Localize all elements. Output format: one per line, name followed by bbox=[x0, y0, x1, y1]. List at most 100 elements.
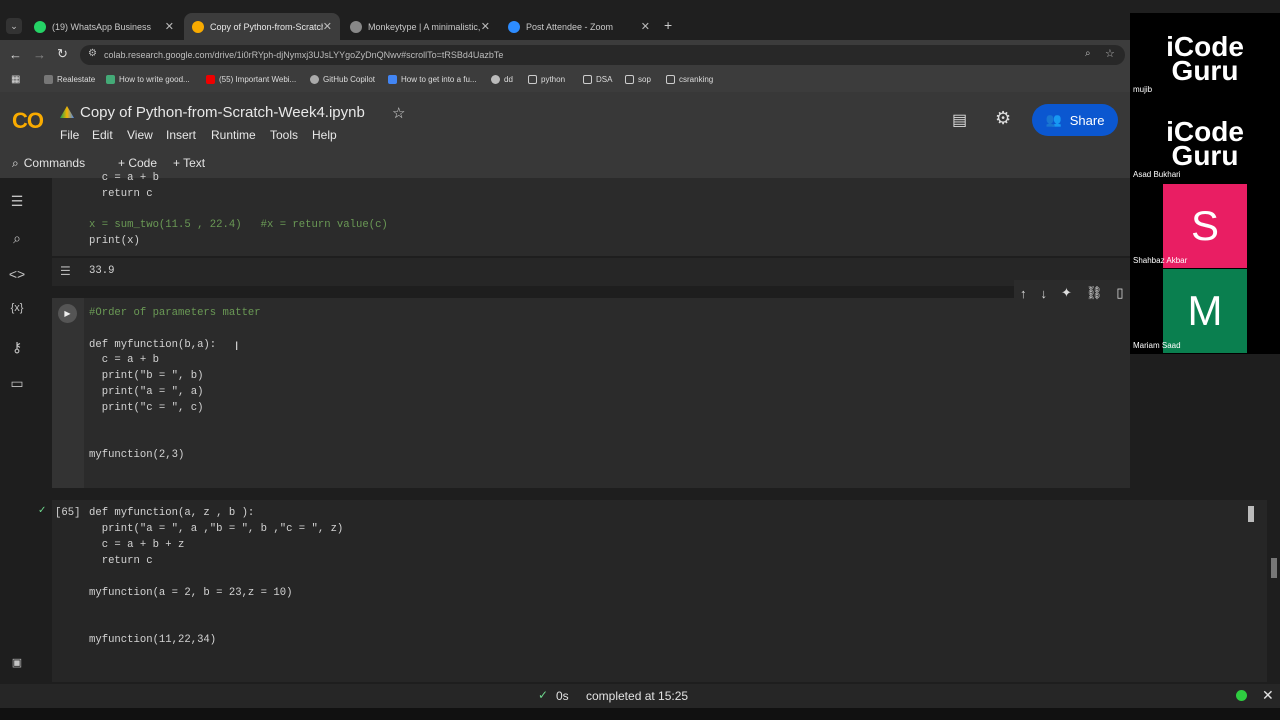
code-line: c = a + b bbox=[89, 172, 159, 184]
zoom-lens-icon[interactable]: ⌕ bbox=[1085, 48, 1091, 59]
notebook-title[interactable]: Copy of Python-from-Scratch-Week4.ipynb bbox=[80, 104, 365, 121]
code-line: def myfunction(a, z , b ): bbox=[89, 507, 255, 519]
forward-icon[interactable]: → bbox=[33, 47, 46, 62]
bookmark-icon bbox=[106, 75, 115, 84]
comment-icon[interactable]: ▤ bbox=[952, 110, 967, 130]
menu-file[interactable]: File bbox=[60, 128, 79, 142]
code-line: myfunction(11,22,34) bbox=[89, 634, 217, 646]
add-text-button[interactable]: + Text bbox=[173, 156, 205, 170]
tab-monkeytype[interactable]: Monkeytype | A minimalistic, c ✕ bbox=[342, 13, 498, 40]
more-icon[interactable]: ▯ bbox=[1116, 285, 1123, 301]
scroll-thumb[interactable] bbox=[1271, 558, 1277, 578]
bottom-bar bbox=[0, 708, 1280, 720]
star-icon[interactable]: ☆ bbox=[392, 104, 405, 122]
add-code-button[interactable]: + Code bbox=[118, 156, 157, 170]
bookmark-dd[interactable]: dd bbox=[491, 75, 513, 84]
people-icon: 👥 bbox=[1045, 112, 1062, 127]
bookmark-star-icon[interactable]: ☆ bbox=[1105, 47, 1115, 60]
tab-colab[interactable]: Copy of Python-from-Scratch-W ✕ bbox=[184, 13, 340, 40]
close-icon[interactable]: ✕ bbox=[641, 20, 650, 33]
monkeytype-icon bbox=[350, 20, 362, 33]
colab-logo[interactable]: CO bbox=[12, 108, 44, 134]
folder-icon bbox=[583, 75, 592, 84]
bookmark-copilot[interactable]: GitHub Copilot bbox=[310, 75, 375, 84]
text-cursor-icon: I bbox=[235, 339, 239, 353]
code-line: print("b = ", b) bbox=[89, 370, 204, 382]
menu-help[interactable]: Help bbox=[312, 128, 337, 142]
browser-tab-strip: ⌄ (19) WhatsApp Business ✕ Copy of Pytho… bbox=[0, 0, 1280, 40]
tab-whatsapp[interactable]: (19) WhatsApp Business ✕ bbox=[26, 13, 182, 40]
site-info-icon[interactable]: ⚙ bbox=[88, 48, 97, 59]
commands-button[interactable]: ⌕ Commands bbox=[12, 156, 85, 171]
url-text: colab.research.google.com/drive/1i0rRYph… bbox=[104, 50, 504, 60]
menu-edit[interactable]: Edit bbox=[92, 128, 113, 142]
participant-tile[interactable]: iCode Guru bbox=[1163, 13, 1247, 97]
tab-search-button[interactable]: ⌄ bbox=[6, 18, 22, 34]
share-label: Share bbox=[1069, 112, 1105, 128]
close-icon[interactable]: ✕ bbox=[481, 20, 490, 33]
run-cell-button[interactable]: ▶ bbox=[58, 304, 77, 323]
bookmark-sop[interactable]: sop bbox=[625, 75, 651, 84]
whatsapp-icon bbox=[34, 20, 46, 33]
output-toggle-icon[interactable]: ☰ bbox=[60, 264, 71, 278]
icodeguru-logo: iCode Guru bbox=[1166, 31, 1244, 86]
move-down-icon[interactable]: ↓ bbox=[1041, 286, 1048, 301]
secrets-key-icon[interactable]: ⚷ bbox=[8, 339, 26, 357]
tab-label: (19) WhatsApp Business bbox=[52, 21, 152, 32]
files-folder-icon[interactable]: ▭ bbox=[8, 375, 26, 393]
bookmark-csranking[interactable]: csranking bbox=[666, 75, 713, 84]
bookmark-label: csranking bbox=[679, 75, 714, 84]
output-text: 33.9 bbox=[89, 265, 115, 277]
close-icon[interactable]: ✕ bbox=[323, 20, 332, 33]
cell-scrollbar[interactable] bbox=[1248, 506, 1254, 522]
code-snippets-icon[interactable]: <> bbox=[8, 266, 26, 284]
execution-count: [65] bbox=[55, 507, 81, 519]
bookmark-get-into[interactable]: How to get into a fu... bbox=[388, 75, 477, 84]
menu-view[interactable]: View bbox=[127, 128, 153, 142]
table-of-contents-icon[interactable]: ☰ bbox=[8, 193, 26, 211]
gemini-sparkle-icon[interactable]: ✦ bbox=[1061, 285, 1072, 301]
bookmark-dsa[interactable]: DSA bbox=[583, 75, 612, 84]
status-bar: ✓ 0s completed at 15:25 ✕ bbox=[0, 684, 1280, 708]
bookmark-write-good[interactable]: How to write good... bbox=[106, 75, 190, 84]
find-icon[interactable]: ⌕ bbox=[8, 230, 26, 248]
code-cell-active[interactable] bbox=[52, 298, 1130, 488]
bookmark-python[interactable]: python bbox=[528, 75, 565, 84]
link-icon[interactable]: ⛓ bbox=[1086, 285, 1103, 301]
new-tab-button[interactable]: + bbox=[664, 17, 672, 33]
close-icon[interactable]: ✕ bbox=[165, 20, 174, 33]
gear-icon[interactable]: ⚙ bbox=[995, 108, 1011, 129]
close-status-icon[interactable]: ✕ bbox=[1262, 687, 1274, 704]
status-duration: 0s bbox=[556, 689, 569, 703]
code-cell[interactable] bbox=[52, 178, 1130, 256]
apps-grid-icon[interactable]: ▦ bbox=[11, 74, 20, 85]
move-up-icon[interactable]: ↑ bbox=[1020, 286, 1027, 301]
code-line: myfunction(a = 2, b = 23,z = 10) bbox=[89, 587, 293, 599]
left-sidebar: ☰ ⌕ <> {x} ⚷ ▭ ▣ bbox=[0, 178, 33, 684]
variables-icon[interactable]: {x} bbox=[8, 302, 26, 320]
bookmark-realestate[interactable]: Realestate bbox=[44, 75, 95, 84]
terminal-icon[interactable]: ▣ bbox=[8, 656, 26, 674]
share-button[interactable]: 👥 Share bbox=[1032, 104, 1118, 136]
code-line: #Order of parameters matter bbox=[89, 307, 261, 319]
code-line: print(x) bbox=[89, 235, 140, 247]
connected-dot-icon bbox=[1236, 690, 1247, 701]
menu-insert[interactable]: Insert bbox=[166, 128, 196, 142]
bookmark-webinar[interactable]: (55) Important Webi... bbox=[206, 75, 296, 84]
menu-tools[interactable]: Tools bbox=[270, 128, 298, 142]
tab-zoom[interactable]: Post Attendee - Zoom ✕ bbox=[500, 13, 658, 40]
code-line: print("a = ", a) bbox=[89, 386, 204, 398]
back-icon[interactable]: ← bbox=[9, 47, 22, 62]
participant-name: Mariam Saad bbox=[1133, 341, 1181, 350]
bookmark-label: GitHub Copilot bbox=[323, 75, 376, 84]
participant-name: mujib bbox=[1133, 85, 1153, 94]
status-completed[interactable]: completed at 15:25 bbox=[586, 689, 688, 703]
cell-gutter bbox=[52, 298, 84, 488]
folder-icon bbox=[625, 75, 634, 84]
url-bar[interactable]: ⚙ colab.research.google.com/drive/1i0rRY… bbox=[80, 45, 1125, 65]
reload-icon[interactable]: ↻ bbox=[57, 46, 68, 62]
page-scrollbar[interactable] bbox=[1268, 354, 1280, 684]
menu-runtime[interactable]: Runtime bbox=[211, 128, 256, 142]
youtube-icon bbox=[206, 75, 215, 84]
bookmark-label: How to write good... bbox=[119, 75, 190, 84]
